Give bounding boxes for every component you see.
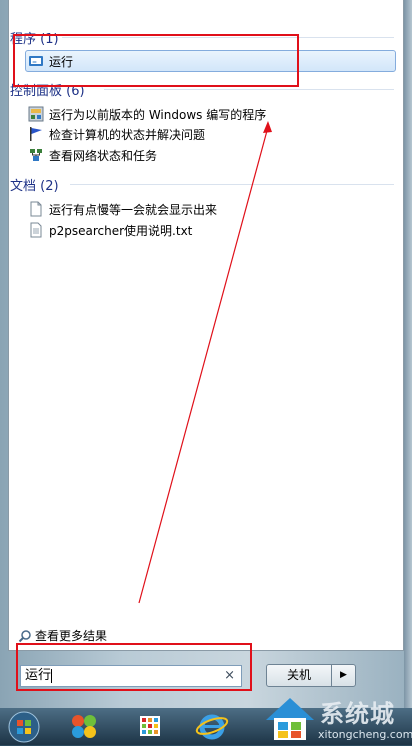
watermark-brand: 系统城 <box>320 700 395 728</box>
start-button[interactable] <box>4 710 44 743</box>
watermark-url: xitongcheng.com <box>318 728 412 741</box>
shutdown-options-button[interactable]: ▶ <box>331 664 356 687</box>
clear-search-icon[interactable]: × <box>224 666 235 686</box>
taskbar-app-ie[interactable] <box>190 710 234 743</box>
search-icon <box>18 629 32 643</box>
watermark-logo: 系统城 xitongcheng.com <box>260 690 412 745</box>
media-app-icon <box>72 715 96 738</box>
see-more-results-link[interactable]: 查看更多结果 <box>18 627 107 644</box>
taskbar-app-media[interactable] <box>62 710 106 743</box>
text-cursor <box>51 668 53 683</box>
internet-explorer-icon <box>195 714 229 740</box>
windows-orb-icon <box>8 711 40 743</box>
see-more-results-label: 查看更多结果 <box>35 629 108 643</box>
search-input[interactable]: 运行 × <box>20 665 242 687</box>
app-grid-icon <box>140 716 160 736</box>
taskbar-app-grid[interactable] <box>128 710 172 743</box>
chevron-right-icon: ▶ <box>340 670 347 680</box>
shutdown-button[interactable]: 关机 <box>266 664 332 687</box>
search-input-value: 运行 <box>25 668 52 683</box>
watermark-emblem-icon <box>266 698 314 740</box>
